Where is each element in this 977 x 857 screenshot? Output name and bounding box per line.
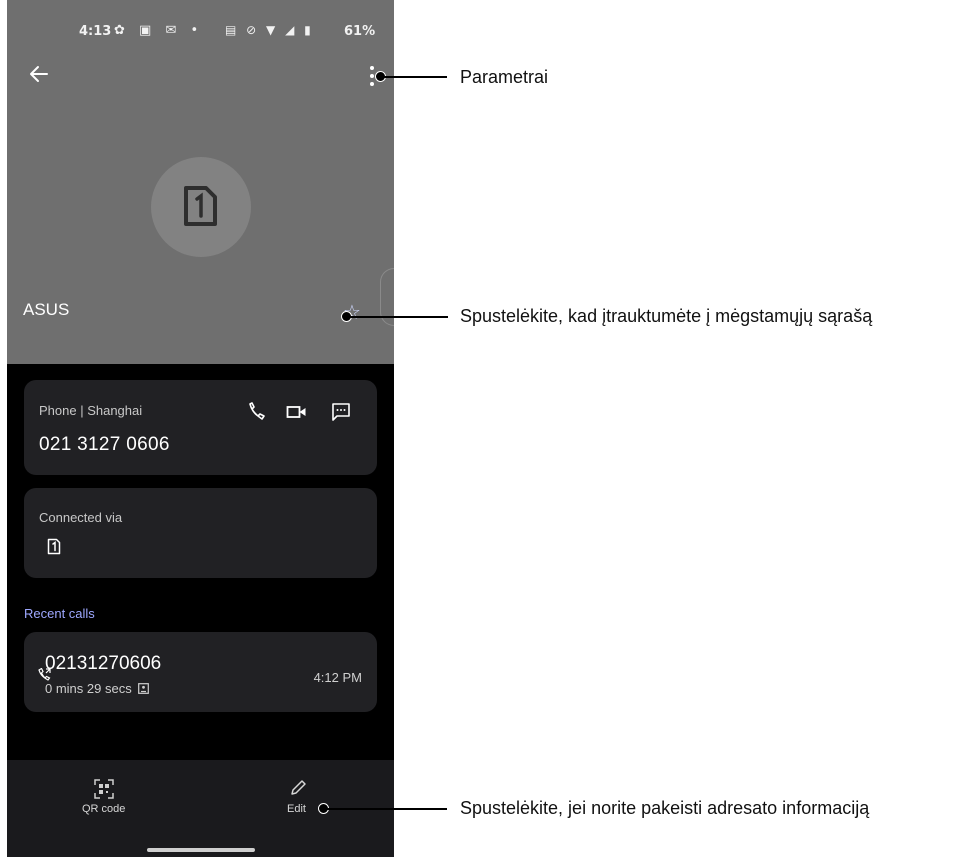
- connected-label: Connected via: [39, 510, 123, 525]
- recent-call-duration: 0 mins 29 secs: [45, 681, 150, 696]
- battery-level: 61%: [344, 24, 376, 39]
- phone-number: 021 3127 0606: [39, 434, 170, 455]
- phone-screen: 4:13 ✿ ▣ ✉ • ▤ ⊘ ▼ ◢ ▮ 61% ASUS ☆ Phone …: [7, 0, 394, 857]
- contact-card-icon: [138, 683, 150, 694]
- recent-call-duration-text: 0 mins 29 secs: [45, 681, 132, 696]
- contact-name: ASUS: [23, 300, 70, 319]
- phone-label: Phone | Shanghai: [39, 403, 143, 418]
- callout-text-edit: Spustelėkite, jei norite pakeisti adresa…: [460, 798, 870, 818]
- callout-line-edit: [327, 808, 447, 810]
- callout-line-favorite: [350, 316, 448, 318]
- sim-card-small-icon: [47, 538, 61, 555]
- edit-label[interactable]: Edit: [287, 803, 306, 815]
- status-right-icons: ▤ ⊘ ▼ ◢ ▮: [225, 23, 314, 37]
- contact-header: 4:13 ✿ ▣ ✉ • ▤ ⊘ ▼ ◢ ▮ 61% ASUS ☆: [7, 0, 394, 364]
- status-bar: 4:13 ✿ ▣ ✉ • ▤ ⊘ ▼ ◢ ▮ 61%: [7, 22, 394, 44]
- back-arrow-icon[interactable]: [25, 60, 53, 88]
- recent-calls-heading: Recent calls: [24, 606, 95, 621]
- callout-text-favorite: Spustelėkite, kad įtrauktumėte į mėgstam…: [460, 306, 873, 326]
- callout-text-menu: Parametrai: [460, 67, 549, 87]
- phone-icon[interactable]: [246, 402, 266, 422]
- sim-card-icon: [184, 186, 217, 226]
- callout-line-menu: [384, 76, 447, 78]
- qr-code-label[interactable]: QR code: [82, 803, 125, 815]
- phone-card[interactable]: Phone | Shanghai 021 3127 0606: [24, 380, 377, 475]
- pencil-icon[interactable]: [289, 779, 307, 797]
- recent-call-time: 4:12 PM: [313, 670, 362, 685]
- status-time: 4:13: [79, 24, 112, 39]
- status-left-icons: ✿ ▣ ✉ •: [114, 23, 204, 38]
- qr-code-icon[interactable]: [94, 779, 114, 799]
- connected-via-card: Connected via: [24, 488, 377, 578]
- recent-call-number: 02131270606: [45, 653, 162, 674]
- avatar: [151, 157, 251, 257]
- message-icon[interactable]: [331, 402, 351, 422]
- home-indicator[interactable]: [147, 848, 255, 852]
- video-call-icon[interactable]: [286, 404, 308, 420]
